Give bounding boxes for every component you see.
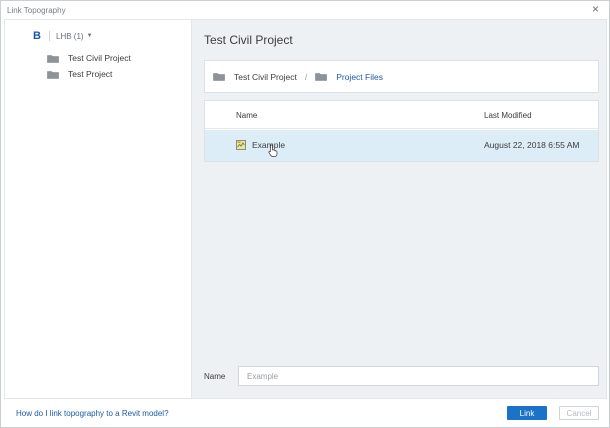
breadcrumb-label: Project Files: [336, 71, 383, 82]
title-bar: Link Topography ×: [1, 1, 609, 19]
table-header: Name Last Modified: [205, 101, 598, 129]
name-field-row: Name: [204, 366, 599, 386]
help-link[interactable]: How do I link topography to a Revit mode…: [16, 409, 169, 418]
page-title: Test Civil Project: [204, 33, 293, 47]
close-icon[interactable]: ×: [592, 3, 599, 15]
project-item-test-civil-project[interactable]: Test Civil Project: [47, 51, 131, 65]
name-input[interactable]: [238, 366, 599, 386]
column-header-last-modified[interactable]: Last Modified: [484, 111, 532, 120]
folder-icon: [213, 72, 225, 81]
project-item-label: Test Civil Project: [68, 53, 131, 63]
breadcrumb-item-project-files[interactable]: Project Files: [315, 72, 383, 82]
hub-selector[interactable]: B LHB (1) ▼: [33, 29, 93, 43]
hand-cursor-icon: [268, 144, 278, 159]
name-field-label: Name: [204, 371, 226, 381]
project-item-test-project[interactable]: Test Project: [47, 67, 112, 81]
hub-name: LHB (1): [56, 31, 84, 41]
divider: [49, 31, 50, 41]
folder-icon: [47, 54, 59, 63]
breadcrumb-separator: /: [304, 71, 308, 82]
file-browser-panel: Test Civil Project Test Civil Project / …: [191, 19, 607, 399]
file-table: Name Last Modified Example August 22, 20…: [204, 100, 599, 162]
chevron-down-icon: ▼: [86, 33, 93, 39]
folder-icon: [47, 70, 59, 79]
cancel-button[interactable]: Cancel: [559, 406, 599, 420]
topography-file-icon: [236, 140, 246, 152]
breadcrumb-item-project[interactable]: Test Civil Project: [213, 72, 297, 82]
dialog-footer: How do I link topography to a Revit mode…: [1, 399, 609, 427]
project-navigator: B LHB (1) ▼ Test Civil Project Test Proj…: [4, 19, 191, 399]
link-button[interactable]: Link: [507, 406, 547, 420]
dialog-window: Link Topography × B LHB (1) ▼ Test Civil…: [0, 0, 610, 428]
file-last-modified: August 22, 2018 6:55 AM: [484, 140, 580, 150]
column-header-name[interactable]: Name: [236, 111, 257, 120]
table-row[interactable]: Example August 22, 2018 6:55 AM: [205, 130, 598, 161]
project-item-label: Test Project: [68, 69, 113, 79]
folder-icon: [315, 72, 328, 81]
window-title: Link Topography: [7, 6, 66, 15]
breadcrumb-label: Test Civil Project: [234, 71, 297, 82]
breadcrumb: Test Civil Project / Project Files: [204, 60, 599, 93]
bim360-logo-icon: B: [33, 30, 41, 42]
